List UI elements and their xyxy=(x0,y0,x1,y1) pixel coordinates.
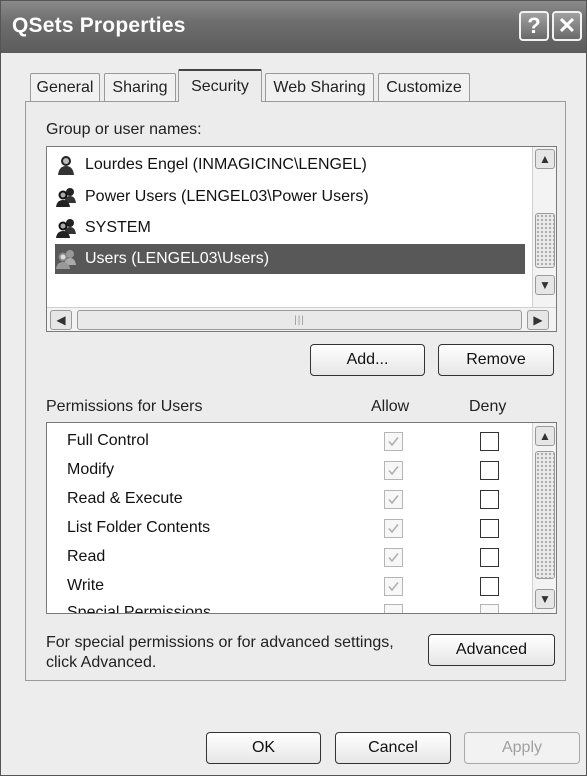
scroll-up-button[interactable]: ▲ xyxy=(535,426,555,446)
permission-list-folder-contents: List Folder Contents xyxy=(67,519,211,536)
permission-write: Write xyxy=(67,577,105,594)
scroll-up-button[interactable]: ▲ xyxy=(535,149,555,169)
apply-button[interactable]: Apply xyxy=(464,732,580,764)
tab-sharing[interactable]: Sharing xyxy=(104,73,176,101)
permission-special-permissions: Special Permissions xyxy=(67,604,212,614)
chevron-right-icon: ▶ xyxy=(533,313,543,327)
deny-checkbox-list-folder-contents[interactable] xyxy=(480,519,499,538)
user-name-label: Power Users (LENGEL03\Power Users) xyxy=(85,188,369,205)
user-name-label: SYSTEM xyxy=(85,219,151,236)
list-item-lourdes-engel[interactable]: Lourdes Engel (INMAGICINC\LENGEL) xyxy=(55,150,367,180)
user-list[interactable]: Lourdes Engel (INMAGICINC\LENGEL) Power … xyxy=(46,146,557,332)
remove-button[interactable]: Remove xyxy=(438,344,554,376)
permission-read: Read xyxy=(67,548,106,565)
close-icon: ✕ xyxy=(557,13,577,38)
advanced-help-text: For special permissions or for advanced … xyxy=(46,634,394,671)
user-group-icon xyxy=(55,218,79,238)
help-button[interactable]: ? xyxy=(519,11,549,41)
allow-checkbox-full-control[interactable] xyxy=(384,432,403,451)
checkmark-icon xyxy=(388,582,399,592)
window-title: QSets Properties xyxy=(12,14,186,37)
user-name-label: Lourdes Engel (INMAGICINC\LENGEL) xyxy=(85,156,367,173)
user-list-vertical-scrollbar[interactable]: ▲ ▼ xyxy=(532,147,556,307)
deny-checkbox-special-permissions[interactable] xyxy=(480,604,499,613)
chevron-down-icon: ▼ xyxy=(539,278,551,292)
allow-checkbox-special-permissions[interactable] xyxy=(384,604,403,613)
permission-modify: Modify xyxy=(67,461,115,478)
allow-checkbox-write[interactable] xyxy=(384,577,403,596)
chevron-up-icon: ▲ xyxy=(539,152,551,166)
checkmark-icon xyxy=(388,495,399,505)
checkmark-icon xyxy=(388,437,399,447)
tab-general[interactable]: General xyxy=(30,73,100,101)
permissions-list[interactable]: Full Control Modify Read & Execute List … xyxy=(46,422,557,614)
scroll-down-button[interactable]: ▼ xyxy=(535,275,555,295)
horizontal-scroll-thumb[interactable]: ||| xyxy=(77,310,522,330)
group-or-user-names-label: Group or user names: xyxy=(46,121,202,138)
scroll-thumb[interactable] xyxy=(535,451,555,579)
deny-checkbox-read-execute[interactable] xyxy=(480,490,499,509)
help-icon: ? xyxy=(527,13,541,38)
scroll-thumb[interactable] xyxy=(535,213,555,268)
permissions-for-users-label: Permissions for Users xyxy=(46,398,203,415)
single-user-icon xyxy=(55,155,79,175)
checkmark-icon xyxy=(388,524,399,534)
permission-full-control: Full Control xyxy=(67,432,149,449)
advanced-button[interactable]: Advanced xyxy=(428,634,555,666)
user-list-horizontal-scrollbar[interactable]: ◀ ||| ▶ xyxy=(47,307,556,331)
user-group-icon xyxy=(55,187,79,207)
deny-checkbox-full-control[interactable] xyxy=(480,432,499,451)
permission-read-execute: Read & Execute xyxy=(67,490,183,507)
chevron-left-icon: ◀ xyxy=(56,313,66,327)
checkmark-icon xyxy=(388,466,399,476)
deny-checkbox-read[interactable] xyxy=(480,548,499,567)
title-bar[interactable]: QSets Properties ? ✕ xyxy=(1,1,586,53)
allow-checkbox-read-execute[interactable] xyxy=(384,490,403,509)
allow-checkbox-modify[interactable] xyxy=(384,461,403,480)
permissions-vertical-scrollbar[interactable]: ▲ ▼ xyxy=(532,423,556,613)
deny-checkbox-write[interactable] xyxy=(480,577,499,596)
user-name-label: Users (LENGEL03\Users) xyxy=(85,250,270,267)
tab-security[interactable]: Security xyxy=(178,69,262,102)
user-group-icon xyxy=(55,249,79,269)
grip-icon: ||| xyxy=(294,314,305,326)
allow-column-header: Allow xyxy=(371,398,410,415)
deny-checkbox-modify[interactable] xyxy=(480,461,499,480)
checkmark-icon xyxy=(388,553,399,563)
tab-strip: General Sharing Security Web Sharing Cus… xyxy=(25,69,565,102)
deny-column-header: Deny xyxy=(469,398,507,415)
scroll-down-button[interactable]: ▼ xyxy=(535,589,555,609)
tab-customize[interactable]: Customize xyxy=(378,73,470,101)
scroll-left-button[interactable]: ◀ xyxy=(50,310,72,330)
list-item-users-selected[interactable]: Users (LENGEL03\Users) xyxy=(55,244,525,274)
list-item-power-users[interactable]: Power Users (LENGEL03\Power Users) xyxy=(55,182,369,212)
allow-checkbox-list-folder-contents[interactable] xyxy=(384,519,403,538)
properties-dialog: QSets Properties ? ✕ General Sharing Sec… xyxy=(0,0,587,776)
ok-button[interactable]: OK xyxy=(206,732,321,764)
tab-web-sharing[interactable]: Web Sharing xyxy=(265,73,374,101)
scroll-right-button[interactable]: ▶ xyxy=(527,310,549,330)
cancel-button[interactable]: Cancel xyxy=(335,732,451,764)
allow-checkbox-read[interactable] xyxy=(384,548,403,567)
chevron-up-icon: ▲ xyxy=(539,429,551,443)
list-item-system[interactable]: SYSTEM xyxy=(55,213,151,243)
add-button[interactable]: Add... xyxy=(310,344,425,376)
chevron-down-icon: ▼ xyxy=(539,592,551,606)
close-button[interactable]: ✕ xyxy=(552,11,582,41)
